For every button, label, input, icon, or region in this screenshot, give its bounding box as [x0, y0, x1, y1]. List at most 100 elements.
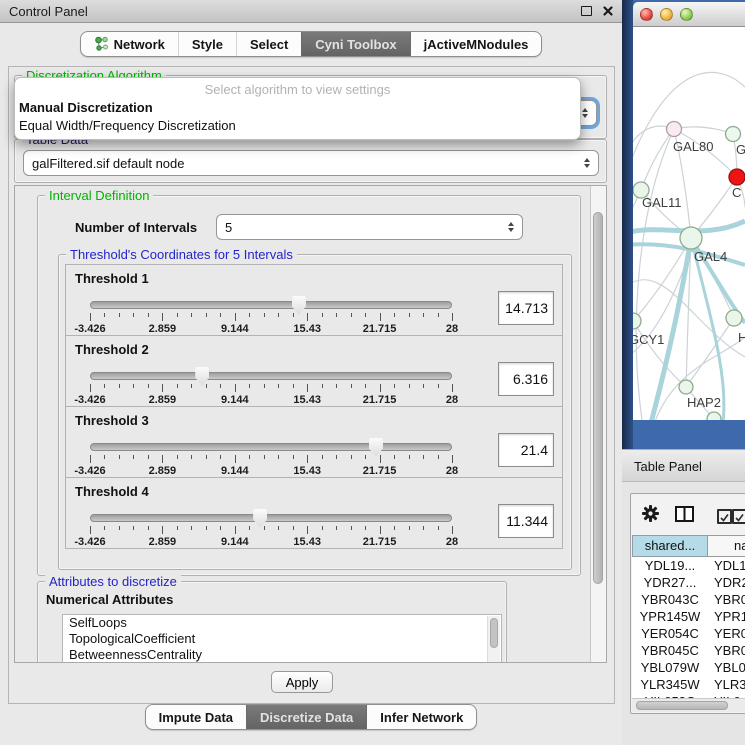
tick-mark — [380, 384, 381, 392]
apply-button[interactable]: Apply — [271, 671, 333, 693]
list-scrollbar[interactable] — [487, 616, 500, 662]
tab-style[interactable]: Style — [178, 32, 236, 56]
tick-mark — [380, 313, 381, 321]
split-columns-icon[interactable] — [675, 506, 694, 525]
network-nodes: GAL80GACGAL11GAL4GCY1HHAP2 — [633, 122, 745, 421]
threshold-slider[interactable]: -3.4262.8599.14415.4321.71528 — [90, 443, 452, 477]
table-panel-header: Table Panel — [622, 449, 745, 482]
network-node[interactable] — [707, 412, 721, 420]
table-row[interactable]: YDR27...YDR2 — [632, 574, 745, 591]
threshold-slider[interactable]: -3.4262.8599.14415.4321.71528 — [90, 372, 452, 406]
settings-scrollpanel: Interval Definition Number of Intervals … — [14, 185, 607, 663]
group-title: Interval Definition — [45, 188, 153, 203]
table-row[interactable]: YBR043CYBR0 — [632, 591, 745, 608]
tab-discretize-data[interactable]: Discretize Data — [246, 705, 366, 729]
threshold-value-field[interactable]: 21.4 — [498, 433, 554, 467]
threshold-slider[interactable]: -3.4262.8599.14415.4321.71528 — [90, 301, 452, 335]
zoom-traffic-light-icon[interactable] — [680, 8, 693, 21]
tick-mark — [133, 526, 134, 530]
column-header-name[interactable]: na — [708, 535, 745, 557]
network-node[interactable] — [633, 313, 641, 329]
network-node[interactable] — [726, 310, 742, 326]
attribute-list-item[interactable]: TopologicalCoefficient — [63, 631, 501, 647]
tab-cyni-toolbox[interactable]: Cyni Toolbox — [301, 32, 409, 56]
cell-shared-name: YBR045C — [632, 642, 708, 659]
tab-jactivemnodules[interactable]: jActiveMNodules — [410, 32, 542, 56]
tick-mark — [307, 313, 308, 321]
network-node-label: GAL11 — [642, 195, 682, 210]
cell-name: YBL0 — [708, 659, 745, 676]
cell-name: YER0 — [708, 625, 745, 642]
horizontal-scrollbar[interactable] — [632, 698, 745, 712]
tick-mark — [438, 313, 439, 317]
app-root: Control Panel NetworkStyleSelectCyni Too… — [0, 0, 745, 745]
float-window-icon[interactable] — [581, 6, 592, 16]
scrollbar-thumb[interactable] — [636, 701, 728, 710]
attribute-list-item[interactable]: SelfLoops — [63, 615, 501, 631]
table-row[interactable]: YLR345WYLR3 — [632, 676, 745, 693]
attribute-list-item[interactable]: BetweennessCentrality — [63, 647, 501, 663]
scrollbar-thumb[interactable] — [490, 618, 498, 648]
column-header-shared-name[interactable]: shared... — [632, 535, 708, 557]
close-traffic-light-icon[interactable] — [640, 8, 653, 21]
table-row[interactable]: YER054CYER0 — [632, 625, 745, 642]
threshold-slider[interactable]: -3.4262.8599.14415.4321.71528 — [90, 514, 452, 548]
numerical-attributes-list[interactable]: SelfLoopsTopologicalCoefficientBetweenne… — [62, 614, 502, 663]
tab-infer-network[interactable]: Infer Network — [366, 705, 476, 729]
cell-shared-name: YDL19... — [632, 557, 708, 574]
slider-track[interactable] — [90, 372, 452, 380]
tick-mark — [380, 526, 381, 534]
tick-mark — [148, 313, 149, 317]
number-of-intervals-combobox[interactable]: 5 — [216, 214, 523, 240]
tab-impute-data[interactable]: Impute Data — [146, 705, 246, 729]
algorithm-option[interactable]: Manual Discretization — [15, 99, 580, 117]
tick-mark — [191, 384, 192, 388]
tick-mark — [293, 526, 294, 530]
threshold-value-field[interactable]: 11.344 — [498, 504, 554, 538]
table-row[interactable]: YDL19...YDL1 — [632, 557, 745, 574]
checked-box-icon[interactable] — [732, 509, 745, 524]
table-row[interactable]: YBR045CYBR0 — [632, 642, 745, 659]
tab-label: Cyni Toolbox — [315, 37, 396, 52]
combo-value: 5 — [225, 220, 232, 235]
network-canvas[interactable]: GAL80GACGAL11GAL4GCY1HHAP2 — [633, 27, 745, 420]
threshold-label: Threshold 1 — [75, 271, 149, 286]
checked-box-icon[interactable] — [717, 509, 732, 524]
slider-track[interactable] — [90, 443, 452, 451]
tab-select[interactable]: Select — [236, 32, 301, 56]
group-title: Attributes to discretize — [45, 574, 181, 589]
minimize-traffic-light-icon[interactable] — [660, 8, 673, 21]
gear-icon[interactable] — [642, 505, 659, 525]
tick-mark — [148, 384, 149, 388]
network-node[interactable] — [729, 169, 745, 185]
threshold-value-field[interactable]: 6.316 — [498, 362, 554, 396]
vertical-scrollbar[interactable] — [590, 186, 606, 662]
tick-mark — [249, 455, 250, 459]
tick-mark — [322, 455, 323, 459]
network-node[interactable] — [726, 127, 741, 142]
slider-track[interactable] — [90, 301, 452, 309]
scrollbar-thumb[interactable] — [593, 212, 603, 584]
tick-mark — [394, 313, 395, 317]
network-graph: GAL80GACGAL11GAL4GCY1HHAP2 — [633, 27, 745, 420]
algorithm-option[interactable]: Equal Width/Frequency Discretization — [15, 117, 580, 135]
tick-mark — [264, 455, 265, 459]
network-node[interactable] — [679, 380, 693, 394]
table-data-combobox[interactable]: galFiltered.sif default node — [23, 150, 599, 176]
tick-mark — [191, 455, 192, 459]
tick-mark — [264, 526, 265, 530]
tick-mark — [206, 526, 207, 530]
tab-network[interactable]: Network — [81, 32, 178, 56]
threshold-value-field[interactable]: 14.713 — [498, 291, 554, 325]
tick-mark — [365, 384, 366, 388]
network-node[interactable] — [667, 122, 682, 137]
table-row[interactable]: YPR145WYPR1 — [632, 608, 745, 625]
threshold-row: Threshold 1 -3.4262.8599.14415.4321.71528… — [65, 264, 563, 336]
slider-track[interactable] — [90, 514, 452, 522]
tick-mark — [322, 526, 323, 530]
table-row[interactable]: YBL079WYBL0 — [632, 659, 745, 676]
close-icon[interactable] — [603, 6, 613, 16]
dropdown-prompt: Select algorithm to view settings — [15, 78, 580, 99]
network-node[interactable] — [680, 227, 702, 249]
network-node-label: HAP2 — [687, 395, 721, 410]
